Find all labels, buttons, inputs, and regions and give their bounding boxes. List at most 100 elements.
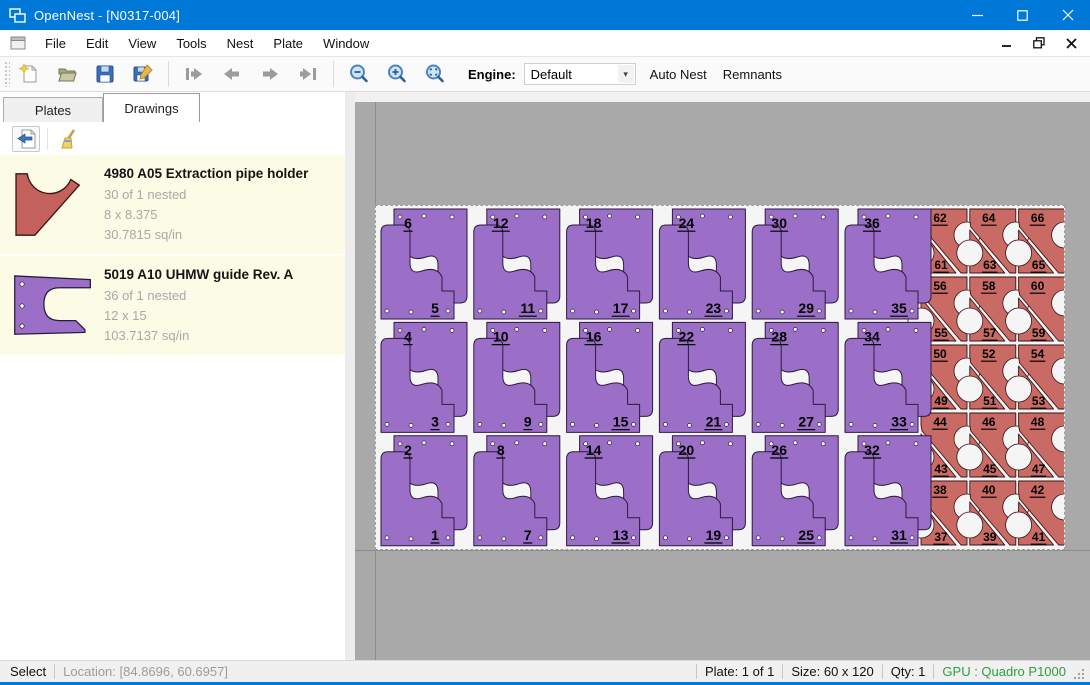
import-drawing-icon[interactable] [12, 126, 40, 152]
zoom-in-icon[interactable] [382, 59, 412, 89]
engine-value: Default [525, 67, 618, 82]
nav-first-icon[interactable] [179, 59, 209, 89]
menu-item-file[interactable]: File [35, 36, 76, 51]
part-number: 44 [933, 415, 947, 429]
part-number: 20 [679, 442, 695, 458]
part-number: 36 [864, 215, 880, 231]
part-number: 61 [934, 258, 948, 272]
purple-part-pair[interactable]: 22 21 [659, 322, 745, 432]
purple-part-pair[interactable]: 3433 [845, 322, 931, 432]
list-item-drawing[interactable]: 4980 A05 Extraction pipe holder 30 of 1 … [0, 155, 345, 256]
chevron-down-icon[interactable]: ▾ [618, 65, 634, 83]
nav-previous-icon[interactable] [217, 59, 247, 89]
clean-broom-icon[interactable] [55, 126, 83, 152]
new-document-icon[interactable] [14, 59, 44, 89]
purple-part-pair[interactable]: 1615 [567, 322, 653, 432]
save-icon[interactable] [90, 59, 120, 89]
drawing-thumbnail-purple [12, 265, 104, 346]
part-number: 55 [934, 326, 948, 340]
part-number: 64 [982, 211, 996, 225]
menu-item-nest[interactable]: Nest [217, 36, 264, 51]
mdi-restore-icon[interactable] [1030, 34, 1048, 52]
purple-part-pair[interactable]: 2625 [752, 436, 838, 546]
purple-part-pair[interactable]: 1817 [567, 209, 653, 319]
drawing-title: 5019 A10 UHMW guide Rev. A [104, 267, 335, 282]
auto-nest-button[interactable]: Auto Nest [642, 60, 715, 88]
remnants-button[interactable]: Remnants [715, 60, 790, 88]
menu-item-plate[interactable]: Plate [263, 36, 313, 51]
save-as-icon[interactable] [128, 59, 158, 89]
menu-item-edit[interactable]: Edit [76, 36, 118, 51]
part-number: 63 [983, 258, 997, 272]
nesting-canvas[interactable]: 6261646366655655585760595049525154534443… [355, 92, 1090, 660]
part-number: 15 [613, 413, 629, 429]
part-number: 14 [586, 442, 602, 458]
open-file-icon[interactable] [52, 59, 82, 89]
purple-part-pair[interactable]: 87 [474, 436, 560, 546]
menu-item-window[interactable]: Window [313, 36, 379, 51]
purple-part-pair[interactable]: 3231 [845, 436, 931, 546]
tab-strip: Plates Drawings [0, 92, 345, 122]
status-plate-size: Size: 60 x 120 [791, 664, 873, 679]
part-number: 8 [497, 442, 505, 458]
toolbar-separator [333, 61, 334, 87]
part-number: 22 [679, 328, 695, 344]
part-number: 18 [586, 215, 602, 231]
purple-part-pair[interactable]: 1211 [474, 209, 560, 319]
part-number: 45 [983, 462, 997, 476]
nav-next-icon[interactable] [255, 59, 285, 89]
status-qty: Qty: 1 [891, 664, 926, 679]
menu-item-tools[interactable]: Tools [166, 36, 216, 51]
purple-part-pair[interactable]: 21 [381, 436, 467, 546]
purple-part-pair[interactable]: 3029 [752, 209, 838, 319]
part-number: 46 [982, 415, 996, 429]
purple-part-pair[interactable]: 109 [474, 322, 560, 432]
part-number: 4 [404, 328, 412, 344]
mdi-close-icon[interactable] [1062, 34, 1080, 52]
zoom-out-icon[interactable] [344, 59, 374, 89]
menu-item-view[interactable]: View [118, 36, 166, 51]
zoom-extents-icon[interactable] [420, 59, 450, 89]
part-number: 21 [706, 413, 722, 429]
purple-part-pair[interactable]: 1413 [567, 436, 653, 546]
plate-sheet[interactable]: 6261646366655655585760595049525154534443… [375, 205, 1065, 550]
close-button[interactable] [1045, 0, 1090, 30]
part-number: 26 [771, 442, 787, 458]
drawings-toolbar [0, 122, 345, 155]
part-number: 52 [982, 347, 996, 361]
part-number: 48 [1031, 415, 1045, 429]
drawing-title: 4980 A05 Extraction pipe holder [104, 166, 335, 181]
purple-part-pair[interactable]: 2019 [659, 436, 745, 546]
part-number: 56 [933, 279, 947, 293]
purple-part-pair[interactable]: 43 [381, 322, 467, 432]
purple-part-pair[interactable]: 3635 [845, 209, 931, 319]
part-number: 58 [982, 279, 996, 293]
purple-part-pair[interactable]: 65 [381, 209, 467, 319]
tab-drawings[interactable]: Drawings [103, 93, 200, 122]
part-number: 27 [798, 413, 814, 429]
purple-part-pair[interactable]: 28 27 [752, 322, 838, 432]
minimize-button[interactable] [955, 0, 1000, 30]
part-number: 28 [771, 328, 787, 344]
mdi-document-icon[interactable] [10, 36, 26, 50]
left-panel: Plates Drawings [0, 92, 345, 660]
drawing-nested-count: 36 of 1 nested [104, 286, 335, 306]
maximize-button[interactable] [1000, 0, 1045, 30]
mdi-minimize-icon[interactable] [998, 34, 1016, 52]
engine-combobox[interactable]: Default ▾ [524, 63, 636, 85]
part-number: 23 [706, 300, 722, 316]
status-separator [54, 664, 55, 679]
resize-grip[interactable] [1072, 663, 1088, 681]
status-plate-count: Plate: 1 of 1 [705, 664, 774, 679]
tab-plates[interactable]: Plates [3, 97, 103, 122]
toolbar-grip[interactable] [4, 61, 10, 87]
main-toolbar: Engine: Default ▾ Auto Nest Remnants [0, 57, 1090, 92]
list-item-drawing[interactable]: 5019 A10 UHMW guide Rev. A 36 of 1 neste… [0, 256, 345, 357]
status-gpu: GPU : Quadro P1000 [942, 664, 1066, 679]
nav-last-icon[interactable] [293, 59, 323, 89]
status-bar: Select Location: [84.8696, 60.6957] Plat… [0, 660, 1090, 682]
purple-part-pair[interactable]: 2423 [659, 209, 745, 319]
canvas-top-strip [355, 92, 1090, 102]
part-number: 5 [431, 300, 439, 316]
panel-splitter[interactable] [345, 92, 355, 660]
